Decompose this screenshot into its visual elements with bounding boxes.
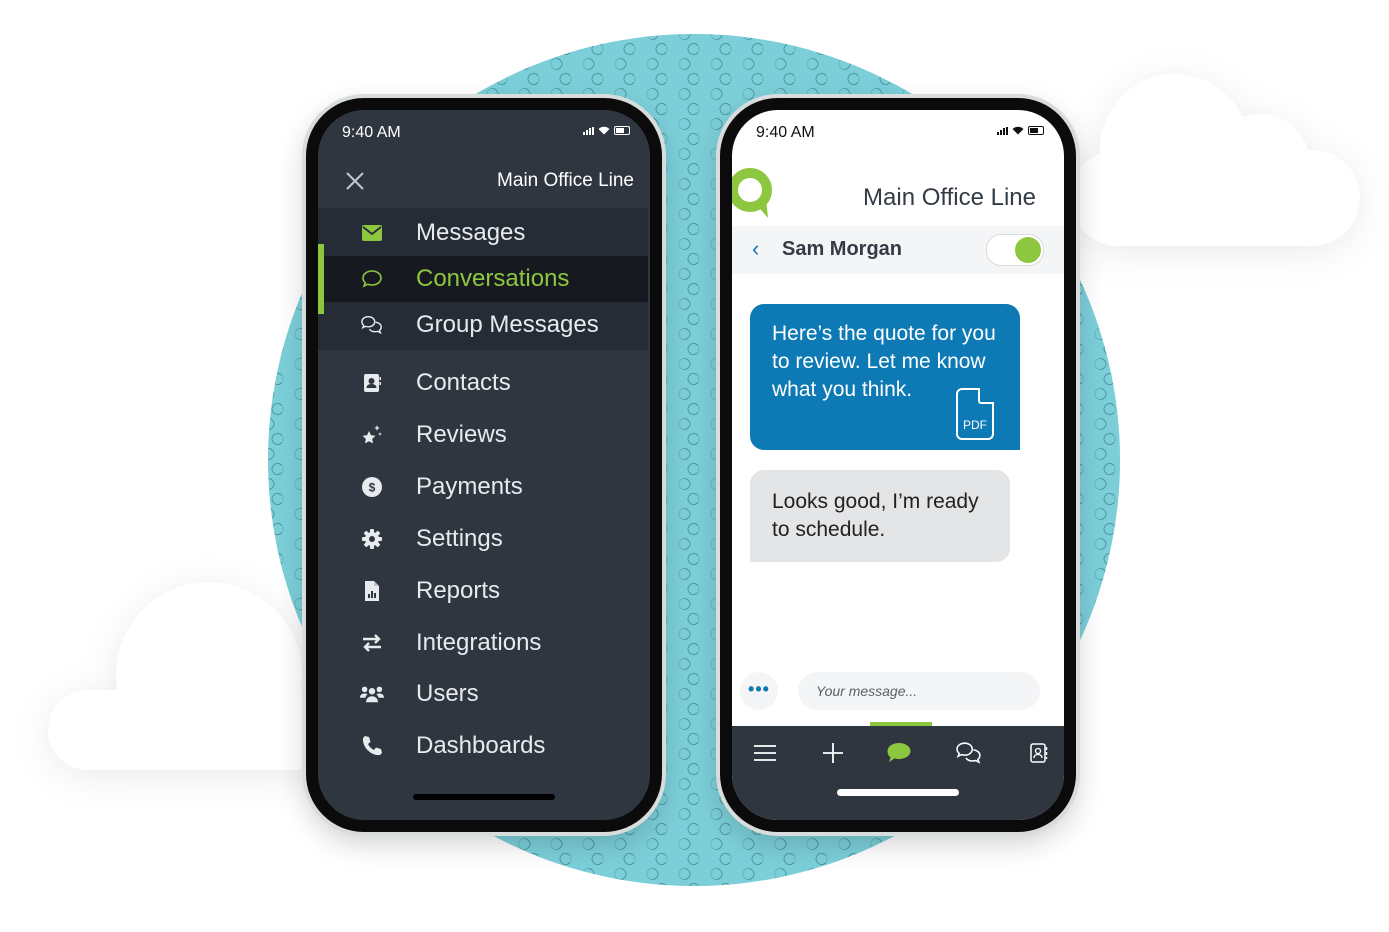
svg-text:$: $ (369, 481, 376, 495)
message-incoming: Looks good, I’m ready to schedule. (750, 470, 1010, 562)
status-time: 9:40 AM (342, 124, 401, 141)
cloud-right (1070, 74, 1360, 246)
menu-item-settings[interactable]: Settings (318, 516, 648, 562)
contact-bar: ‹ Sam Morgan (732, 226, 1064, 274)
status-time: 9:40 AM (756, 124, 815, 141)
header-title: Main Office Line (863, 184, 1036, 211)
swap-arrows-icon (360, 631, 384, 655)
menu-item-reports[interactable]: Reports (318, 568, 648, 614)
contact-name: Sam Morgan (782, 238, 903, 260)
conversation-toggle[interactable] (986, 234, 1044, 266)
attachment-type: PDF (963, 418, 987, 432)
message-text: Looks good, I’m ready to schedule. (772, 490, 979, 541)
menu-item-conversations[interactable]: Conversations (318, 244, 648, 314)
composer: ••• (732, 670, 1064, 712)
cloud-left (48, 582, 338, 770)
tab-contacts[interactable] (1022, 738, 1056, 768)
users-icon (360, 682, 384, 706)
phone-menu: 9:40 AM Main Office Line Messages Conver… (306, 98, 662, 832)
menu-item-integrations[interactable]: Integrations (318, 620, 648, 666)
status-bar: 9:40 AM (342, 124, 630, 144)
menu-item-users[interactable]: Users (318, 671, 648, 717)
menu-header: Main Office Line (318, 160, 650, 208)
menu-item-group-messages[interactable]: Group Messages (318, 302, 648, 348)
signal-icon (583, 126, 594, 135)
report-file-icon (360, 579, 384, 603)
menu-item-contacts[interactable]: Contacts (318, 360, 648, 406)
hamburger-menu-icon (754, 745, 776, 761)
phone-conversation: 9:40 AM Main Office Line ‹ Sam Morgan He… (720, 98, 1076, 832)
active-tab-indicator (870, 722, 932, 726)
contact-book-icon (1030, 743, 1048, 763)
gear-icon (360, 527, 384, 551)
contact-book-icon (360, 371, 384, 395)
dollar-circle-icon: $ (360, 475, 384, 499)
status-bar: 9:40 AM (756, 124, 1044, 144)
wifi-icon (1012, 126, 1024, 135)
battery-icon (614, 126, 630, 135)
back-chevron-icon[interactable]: ‹ (752, 236, 759, 262)
home-indicator (837, 789, 959, 796)
close-icon[interactable] (344, 170, 366, 192)
tab-new[interactable] (816, 738, 850, 768)
menu-item-messages[interactable]: Messages (318, 210, 648, 256)
bottom-tab-bar (732, 722, 1064, 820)
toggle-knob (1015, 237, 1041, 263)
envelope-icon (360, 221, 384, 245)
star-sparkle-icon (360, 423, 384, 447)
chat-bubble-icon (887, 743, 911, 762)
pdf-attachment-icon[interactable]: PDF (956, 388, 994, 440)
message-input[interactable] (798, 672, 1040, 710)
tab-group-messages[interactable] (952, 738, 986, 768)
chat-bubble-icon (360, 267, 384, 291)
plus-icon (823, 743, 843, 763)
wifi-icon (598, 126, 610, 135)
more-options-button[interactable]: ••• (740, 672, 778, 710)
app-logo-icon (732, 168, 772, 218)
message-outgoing: Here’s the quote for you to review. Let … (750, 304, 1020, 450)
menu-item-payments[interactable]: $ Payments (318, 464, 648, 510)
header-title: Main Office Line (497, 170, 634, 191)
menu-item-dashboards[interactable]: Dashboards (318, 723, 648, 769)
group-chat-icon (956, 742, 981, 764)
group-chat-icon (360, 313, 384, 337)
conversation-screen: 9:40 AM Main Office Line ‹ Sam Morgan He… (732, 110, 1064, 820)
signal-icon (997, 126, 1008, 135)
tab-conversations[interactable] (882, 738, 916, 768)
phone-icon (360, 734, 384, 758)
battery-icon (1028, 126, 1044, 135)
menu-item-reviews[interactable]: Reviews (318, 412, 648, 458)
home-indicator (413, 794, 555, 800)
menu-screen: 9:40 AM Main Office Line Messages Conver… (318, 110, 650, 820)
tab-menu[interactable] (748, 738, 782, 768)
